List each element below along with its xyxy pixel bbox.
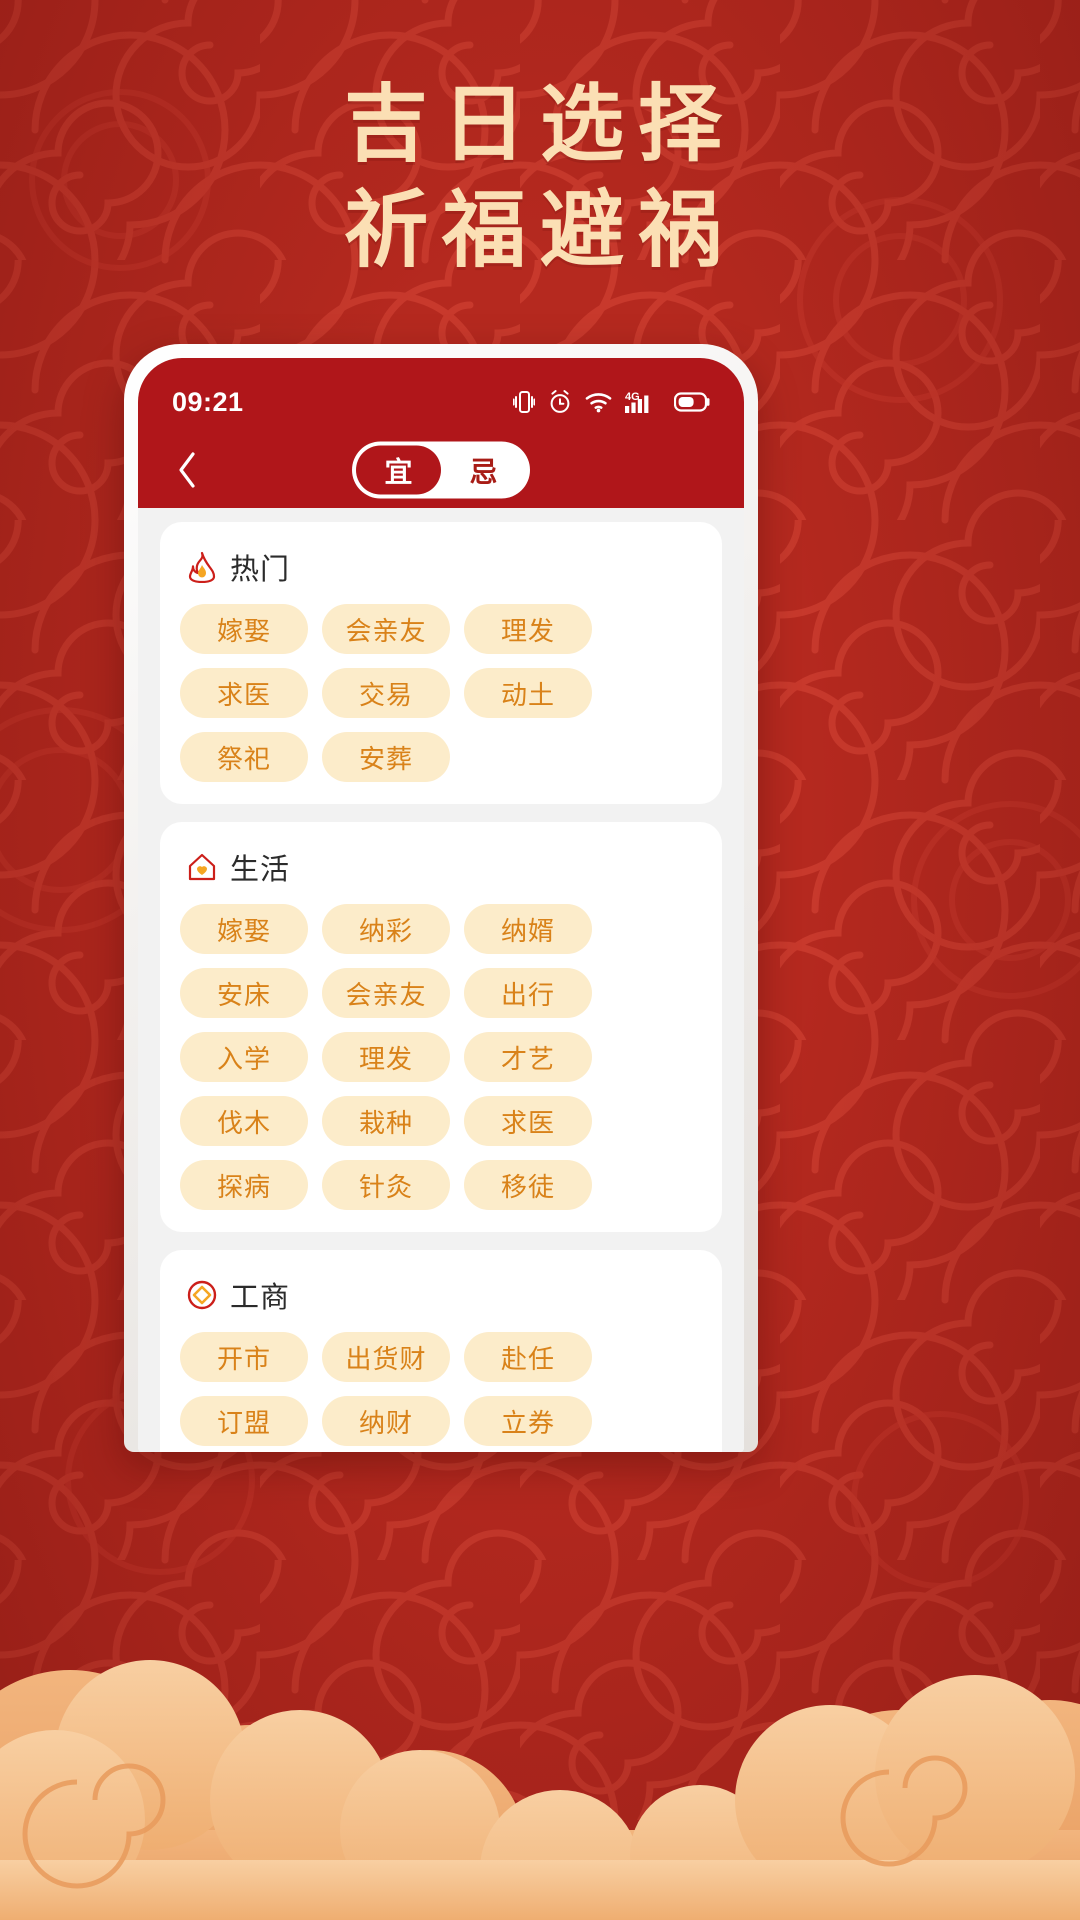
back-button[interactable] [164, 447, 210, 493]
chip-group: 嫁娶 纳彩 纳婿安床 会亲友 出行入学 理发 才艺伐木 栽种 求医探病 针灸 移徒 [180, 904, 702, 1210]
category-chip[interactable]: 赴任 [464, 1332, 592, 1382]
wifi-icon [585, 391, 612, 413]
category-chip[interactable]: 才艺 [464, 1032, 592, 1082]
status-bar-clock: 09:21 [172, 386, 244, 417]
category-chip[interactable]: 伐木 [180, 1096, 308, 1146]
category-chip[interactable]: 栽种 [322, 1096, 450, 1146]
chevron-left-icon [179, 452, 195, 488]
category-chip[interactable]: 纳财 [322, 1396, 450, 1446]
hero-line-2: 祈福避祸 [343, 180, 736, 279]
segment-yi[interactable]: 宜 [356, 445, 441, 495]
category-chip[interactable]: 理发 [322, 1032, 450, 1082]
navigation-bar: 宜 忌 [138, 432, 744, 508]
category-chip[interactable]: 入学 [180, 1032, 308, 1082]
category-chip[interactable]: 安葬 [322, 732, 450, 782]
category-chip[interactable]: 纳婿 [464, 904, 592, 954]
promo-poster: 吉日选择 祈福避祸 09:21 4G 宜 忌 热门 嫁娶 会亲友 理发 求医 交… [0, 0, 1080, 1920]
segment-ji[interactable]: 忌 [441, 446, 526, 495]
category-card: 生活嫁娶 纳彩 纳婿安床 会亲友 出行入学 理发 才艺伐木 栽种 求医探病 针灸 移徒 [160, 822, 722, 1232]
category-chip[interactable]: 移徒 [464, 1160, 592, 1210]
battery-icon [674, 391, 710, 413]
signal-4g-icon: 4G [625, 389, 661, 415]
category-chip[interactable]: 纳彩 [322, 904, 450, 954]
category-card: 热门嫁娶 会亲友 理发求医 交易 动土祭祀 安葬 [160, 522, 722, 804]
fire-icon [186, 551, 218, 583]
category-chip[interactable]: 会亲友 [322, 604, 450, 654]
diamond-circle-icon [186, 1279, 218, 1311]
alarm-icon [548, 389, 572, 415]
status-bar-icons: 4G [513, 389, 710, 415]
category-chip[interactable]: 出货财 [322, 1332, 450, 1382]
category-chip[interactable]: 嫁娶 [180, 904, 308, 954]
yi-ji-segmented-control[interactable]: 宜 忌 [352, 441, 530, 499]
category-list[interactable]: 热门 嫁娶 会亲友 理发 求医 交易 动土 祭祀 安葬 生活 嫁娶 纳彩 纳婿 安床 会亲友 出行 入学 理发才… [138, 508, 744, 1452]
category-header: 工商 [186, 1274, 702, 1316]
category-chip[interactable]: 动土 [464, 668, 592, 718]
category-chip[interactable]: 开市 [180, 1332, 308, 1382]
house-heart-icon [186, 851, 218, 883]
category-chip[interactable]: 嫁娶 [180, 604, 308, 654]
category-chip[interactable]: 出行 [464, 968, 592, 1018]
category-chip[interactable]: 订盟 [180, 1396, 308, 1446]
category-chip[interactable]: 会亲友 [322, 968, 450, 1018]
category-header: 生活 [186, 846, 702, 888]
category-chip[interactable]: 针灸 [322, 1160, 450, 1210]
category-chip[interactable]: 安床 [180, 968, 308, 1018]
phone-screen: 09:21 4G 宜 忌 热门 嫁娶 会亲友 理发 求医 交易 动土 祭祀 安葬… [138, 358, 744, 1452]
category-title: 工商 [230, 1282, 291, 1314]
category-chip[interactable]: 求医 [464, 1096, 592, 1146]
category-title: 生活 [230, 854, 291, 886]
hero-title: 吉日选择 祈福避祸 [0, 72, 1080, 284]
category-chip[interactable]: 求医 [180, 668, 308, 718]
svg-text:4G: 4G [625, 391, 640, 403]
category-title: 热门 [230, 554, 291, 586]
vibrate-icon [513, 389, 535, 415]
category-chip[interactable]: 理发 [464, 604, 592, 654]
category-chip[interactable]: 探病 [180, 1160, 308, 1210]
category-header: 热门 [186, 546, 702, 588]
category-chip[interactable]: 立券 [464, 1396, 592, 1446]
chip-group: 开市出货财赴任订盟纳财立券交易置产 [180, 1332, 702, 1452]
category-chip[interactable]: 交易 [322, 668, 450, 718]
phone-mockup: 09:21 4G 宜 忌 热门 嫁娶 会亲友 理发 求医 交易 动土 祭祀 安葬… [124, 344, 758, 1452]
status-bar: 09:21 4G [138, 358, 744, 432]
category-chip[interactable]: 祭祀 [180, 732, 308, 782]
category-card: 工商开市出货财赴任订盟纳财立券交易置产 [160, 1250, 722, 1452]
chip-group: 嫁娶 会亲友 理发求医 交易 动土祭祀 安葬 [180, 604, 702, 782]
hero-line-1: 吉日选择 [343, 75, 736, 173]
